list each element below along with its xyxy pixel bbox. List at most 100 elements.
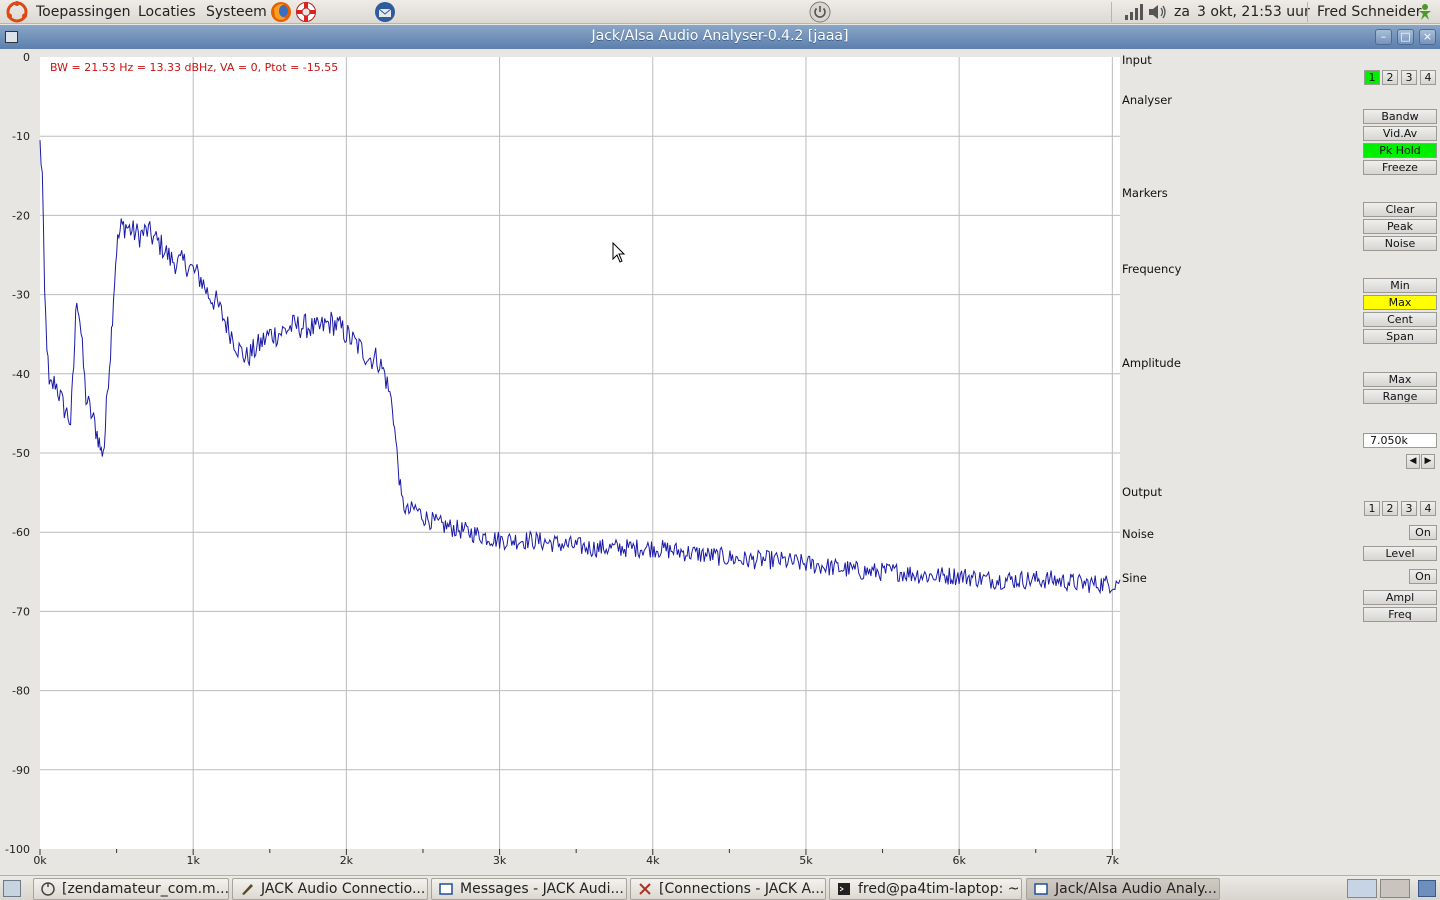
measurement-status: BW = 21.53 Hz = 13.33 dBHz, VA = 0, Ptot… — [50, 61, 338, 74]
sine-on-button[interactable]: On — [1409, 569, 1437, 584]
y-tick-label: -80 — [12, 685, 30, 698]
y-tick-label: -30 — [12, 289, 30, 302]
output-label: Output — [1122, 485, 1162, 499]
x-tick-label: 7k — [1106, 854, 1120, 867]
power-icon[interactable] — [809, 1, 831, 23]
clock-day[interactable]: za — [1174, 3, 1190, 21]
markers-label: Markers — [1122, 186, 1168, 200]
browser-icon — [41, 882, 55, 896]
analyser-label: Analyser — [1122, 93, 1172, 107]
y-tick-label: -20 — [12, 209, 30, 222]
output-channel-1[interactable]: 1 — [1364, 501, 1380, 516]
task-jack-control[interactable]: JACK Audio Connectio... — [232, 878, 428, 900]
bottom-panel: [zendamateur_com.m... JACK Audio Connect… — [0, 875, 1440, 900]
y-tick-label: 0 — [23, 51, 30, 64]
sine-ampl-button[interactable]: Ampl — [1363, 590, 1437, 605]
noise-on-button[interactable]: On — [1409, 525, 1437, 540]
window-titlebar[interactable]: Jack/Alsa Audio Analyser-0.4.2 [jaaa] – … — [0, 25, 1440, 49]
output-channel-2[interactable]: 2 — [1382, 501, 1398, 516]
task-label: fred@pa4tim-laptop: ~ — [858, 881, 1020, 897]
value-input[interactable]: 7.050k — [1363, 433, 1437, 448]
increment-arrow-icon[interactable]: ▶ — [1421, 454, 1435, 469]
marker-clear-button[interactable]: Clear — [1363, 202, 1437, 217]
bandwidth-button[interactable]: Bandw — [1363, 109, 1437, 124]
freq-min-button[interactable]: Min — [1363, 278, 1437, 293]
jack-icon — [242, 884, 253, 895]
task-label: Jack/Alsa Audio Analy... — [1055, 881, 1217, 897]
task-label: [zendamateur_com.m... — [62, 881, 229, 897]
marker-peak-button[interactable]: Peak — [1363, 219, 1437, 234]
spectrum-plot[interactable]: 0 -10 -20 -30 -40 -50 -60 -70 -80 -90 -1000k 1k 2k 3k… — [0, 49, 1122, 875]
terminal-icon — [838, 883, 850, 895]
user-name[interactable]: Fred Schneider — [1317, 3, 1422, 21]
amp-range-button[interactable]: Range — [1363, 389, 1437, 404]
task-analyser[interactable]: Jack/Alsa Audio Analy... — [1026, 878, 1220, 900]
y-tick-label: -70 — [12, 605, 30, 618]
output-channel-4[interactable]: 4 — [1420, 501, 1436, 516]
minimize-icon[interactable]: – — [1375, 29, 1392, 45]
close-icon[interactable]: × — [1419, 29, 1436, 45]
x-tick-label: 3k — [493, 854, 507, 867]
control-panel: Input 1 2 3 4 Analyser Bandw Vid.Av Pk H… — [1120, 49, 1440, 875]
task-browser[interactable]: [zendamateur_com.m... — [33, 878, 229, 900]
ubuntu-logo-icon[interactable] — [6, 1, 28, 23]
top-panel: Toepassingen Locaties Systeem za 3 okt, … — [0, 0, 1440, 24]
task-connections[interactable]: [Connections - JACK A... — [630, 878, 826, 900]
clock-datetime[interactable]: 3 okt, 21:53 uur — [1197, 3, 1310, 21]
connections-icon — [639, 883, 651, 895]
freeze-button[interactable]: Freeze — [1363, 160, 1437, 175]
y-tick-label: -50 — [12, 447, 30, 460]
task-label: JACK Audio Connectio... — [261, 881, 426, 897]
input-channel-2[interactable]: 2 — [1382, 70, 1398, 85]
x-tick-label: 1k — [187, 854, 201, 867]
trash-icon[interactable] — [1418, 880, 1436, 897]
network-icon[interactable] — [1124, 3, 1144, 21]
freq-max-button[interactable]: Max — [1363, 295, 1437, 310]
y-tick-label: -60 — [12, 526, 30, 539]
volume-icon[interactable] — [1148, 3, 1168, 21]
x-tick-label: 6k — [952, 854, 966, 867]
workspace-1[interactable] — [1347, 879, 1377, 898]
mouse-cursor-icon — [612, 242, 626, 263]
firefox-icon[interactable] — [270, 1, 292, 23]
y-tick-label: -40 — [12, 368, 30, 381]
x-tick-label: 2k — [340, 854, 354, 867]
video-average-button[interactable]: Vid.Av — [1363, 126, 1437, 141]
y-tick-label: -90 — [12, 764, 30, 777]
maximize-icon[interactable]: □ — [1397, 29, 1414, 45]
task-messages[interactable]: Messages - JACK Audi... — [431, 878, 627, 900]
peak-hold-button[interactable]: Pk Hold — [1363, 143, 1437, 158]
x-tick-label: 4k — [646, 854, 660, 867]
input-channel-1[interactable]: 1 — [1364, 70, 1380, 85]
decrement-arrow-icon[interactable]: ◀ — [1406, 454, 1420, 469]
amp-max-button[interactable]: Max — [1363, 372, 1437, 387]
help-lifebuoy-icon[interactable] — [295, 1, 317, 23]
thunderbird-icon[interactable] — [374, 1, 396, 23]
menu-system[interactable]: Systeem — [206, 3, 267, 21]
freq-span-button[interactable]: Span — [1363, 329, 1437, 344]
user-status-icon[interactable] — [1416, 3, 1434, 21]
task-label: [Connections - JACK A... — [659, 881, 825, 897]
y-tick-label: -100 — [5, 843, 30, 856]
x-tick-label: 5k — [799, 854, 813, 867]
sine-freq-button[interactable]: Freq — [1363, 607, 1437, 622]
marker-noise-button[interactable]: Noise — [1363, 236, 1437, 251]
task-terminal[interactable]: fred@pa4tim-laptop: ~ — [829, 878, 1022, 900]
workspace-2[interactable] — [1380, 879, 1410, 898]
frequency-label: Frequency — [1122, 262, 1182, 276]
output-channel-3[interactable]: 3 — [1401, 501, 1417, 516]
input-channel-3[interactable]: 3 — [1401, 70, 1417, 85]
noise-label: Noise — [1122, 527, 1154, 541]
input-channel-4[interactable]: 4 — [1420, 70, 1436, 85]
sine-label: Sine — [1122, 571, 1147, 585]
menu-applications[interactable]: Toepassingen — [36, 3, 131, 21]
menu-places[interactable]: Locaties — [138, 3, 196, 21]
task-label: Messages - JACK Audi... — [460, 881, 624, 897]
window-icon — [1034, 883, 1048, 895]
input-label: Input — [1122, 53, 1152, 67]
noise-level-button[interactable]: Level — [1363, 546, 1437, 561]
window-title: Jack/Alsa Audio Analyser-0.4.2 [jaaa] — [591, 28, 849, 44]
show-desktop-icon[interactable] — [3, 880, 21, 897]
window-icon — [439, 883, 453, 895]
freq-center-button[interactable]: Cent — [1363, 312, 1437, 327]
